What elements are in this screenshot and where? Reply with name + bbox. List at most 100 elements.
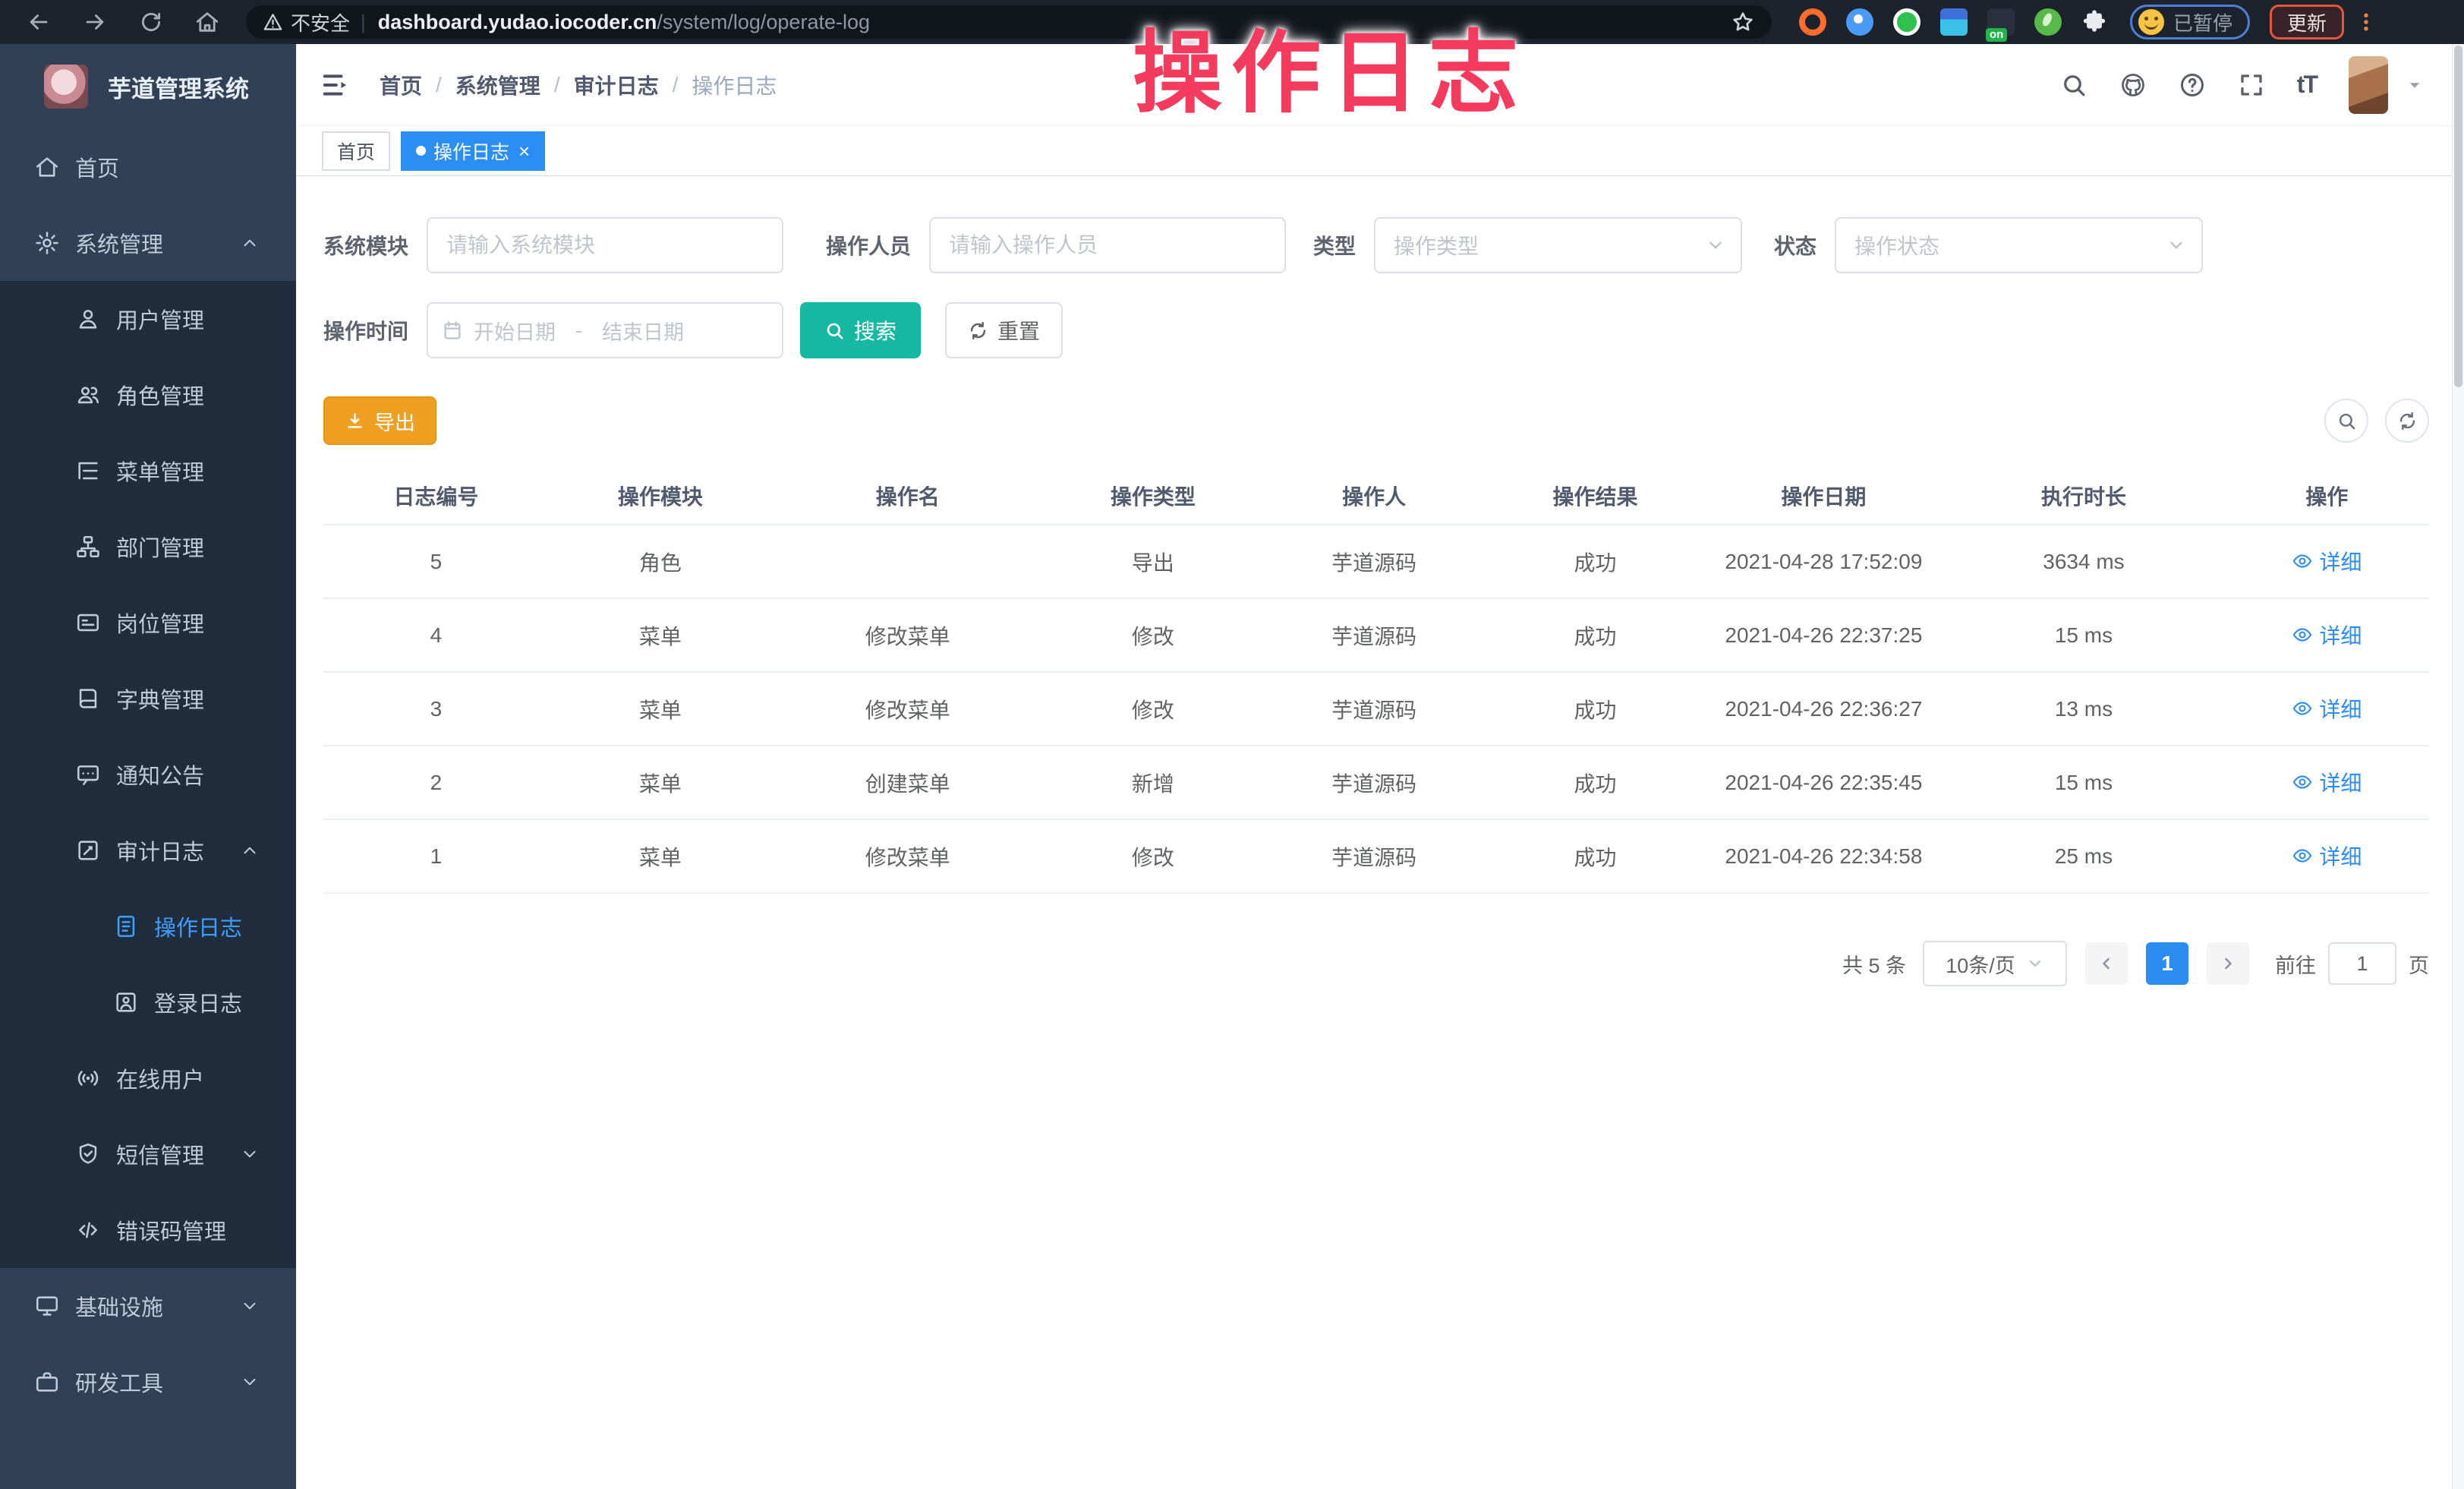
tag-label: 操作日志 — [433, 137, 509, 165]
breadcrumb-separator: / — [673, 73, 679, 97]
app-logo[interactable]: 芋道管理系统 — [0, 44, 296, 129]
sidebar-item-1[interactable]: 系统管理 — [0, 205, 296, 281]
forward-icon[interactable] — [82, 9, 108, 35]
detail-link[interactable]: 详细 — [2292, 693, 2362, 724]
table-header-row: 日志编号操作模块操作名操作类型操作人操作结果操作日期执行时长操作 — [323, 468, 2429, 525]
bookmark-star-icon[interactable] — [1731, 10, 1755, 34]
browser-menu-icon[interactable] — [2355, 9, 2377, 35]
page-number-1[interactable]: 1 — [2146, 942, 2188, 985]
sidebar-item-7[interactable]: 字典管理 — [0, 661, 296, 737]
cell-id: 2 — [323, 771, 549, 795]
extension-leaf-icon[interactable] — [2034, 8, 2062, 36]
chevron-up-icon — [240, 841, 260, 860]
menu-tree-icon — [75, 458, 101, 484]
sidebar-item-2[interactable]: 用户管理 — [0, 281, 296, 357]
sidebar-item-label: 岗位管理 — [116, 607, 204, 639]
emoji-face-icon — [2138, 9, 2164, 35]
sidebar-item-9[interactable]: 审计日志 — [0, 812, 296, 888]
export-button[interactable]: 导出 — [323, 396, 436, 445]
pagination-goto: 前往 页 — [2275, 942, 2429, 985]
time-label: 操作时间 — [323, 315, 408, 345]
sidebar-item-label: 菜单管理 — [116, 455, 204, 487]
tag-1[interactable]: 操作日志 × — [401, 131, 545, 171]
sidebar-item-3[interactable]: 角色管理 — [0, 357, 296, 433]
type-select[interactable]: 操作类型 — [1374, 217, 1742, 273]
back-icon[interactable] — [26, 9, 52, 35]
table-body: 5角色导出芋道源码成功2021-04-28 17:52:093634 ms详细4… — [323, 525, 2429, 894]
operator-input[interactable] — [929, 217, 1286, 273]
sidebar-item-13[interactable]: 短信管理 — [0, 1116, 296, 1192]
sidebar-item-label: 操作日志 — [154, 910, 242, 942]
update-button[interactable]: 更新 — [2270, 5, 2344, 39]
status-select[interactable]: 操作状态 — [1835, 217, 2203, 273]
cell-id: 4 — [323, 623, 549, 648]
sidebar-item-10[interactable]: 操作日志 — [0, 888, 296, 964]
sidebar-item-5[interactable]: 部门管理 — [0, 509, 296, 585]
sidebar-item-label: 审计日志 — [116, 834, 204, 866]
operator-label: 操作人员 — [826, 230, 911, 260]
close-icon[interactable]: × — [518, 141, 530, 161]
tag-0[interactable]: 首页 — [322, 131, 390, 171]
sidebar-item-4[interactable]: 菜单管理 — [0, 433, 296, 509]
table-row-4: 1菜单修改菜单修改芋道源码成功2021-04-26 22:34:5825 ms详… — [323, 820, 2429, 894]
eye-icon — [2292, 845, 2313, 866]
sidebar-item-16[interactable]: 研发工具 — [0, 1344, 296, 1420]
detail-link[interactable]: 详细 — [2292, 546, 2362, 576]
date-range-picker[interactable]: 开始日期 - 结束日期 — [427, 302, 783, 358]
extension-drop-icon[interactable] — [1846, 8, 1873, 36]
cell-result: 成功 — [1486, 694, 1704, 724]
sidebar-item-14[interactable]: 错误码管理 — [0, 1192, 296, 1268]
avatar-caret-down-icon[interactable] — [2406, 77, 2423, 93]
detail-link[interactable]: 详细 — [2292, 620, 2362, 650]
range-separator: - — [575, 319, 582, 342]
detail-link[interactable]: 详细 — [2292, 767, 2362, 797]
breadcrumb-item-1[interactable]: 系统管理 — [455, 70, 540, 100]
sidebar-item-11[interactable]: 登录日志 — [0, 964, 296, 1040]
paused-extension-pill[interactable]: 已暂停 — [2130, 5, 2250, 39]
fullscreen-icon[interactable] — [2238, 71, 2265, 99]
extension-green-icon[interactable] — [1893, 8, 1920, 36]
eye-icon — [2292, 698, 2313, 719]
extension-stats-icon[interactable] — [1940, 8, 1968, 36]
sidebar-item-12[interactable]: 在线用户 — [0, 1040, 296, 1116]
breadcrumb-item-0[interactable]: 首页 — [380, 70, 422, 100]
help-icon[interactable] — [2179, 71, 2206, 99]
cell-action: 详细 — [2225, 546, 2429, 577]
column-header-0: 日志编号 — [323, 481, 549, 511]
breadcrumb-separator: / — [436, 73, 442, 97]
goto-page-input[interactable] — [2328, 942, 2396, 985]
url-divider: | — [361, 11, 366, 34]
user-avatar-image[interactable] — [2349, 56, 2388, 114]
hamburger-icon[interactable] — [320, 70, 351, 100]
sidebar-item-8[interactable]: 通知公告 — [0, 737, 296, 812]
sidebar-item-0[interactable]: 首页 — [0, 129, 296, 205]
scrollbar-thumb[interactable] — [2454, 46, 2462, 387]
detail-link[interactable]: 详细 — [2292, 841, 2362, 871]
extension-ring-icon[interactable] — [1799, 8, 1826, 36]
sidebar-item-15[interactable]: 基础设施 — [0, 1268, 296, 1344]
breadcrumb-item-3: 操作日志 — [692, 70, 777, 100]
reload-icon[interactable] — [138, 9, 164, 35]
operate-log-icon — [113, 913, 139, 939]
page-unit-label: 页 — [2409, 949, 2429, 979]
error-code-icon — [75, 1217, 101, 1243]
page-size-select[interactable]: 10条/页 — [1923, 941, 2067, 986]
toggle-search-button[interactable] — [2324, 399, 2368, 443]
search-icon[interactable] — [2060, 71, 2087, 99]
address-bar[interactable]: 不安全 | dashboard.yudao.iocoder.cn /system… — [246, 5, 1772, 39]
page-scrollbar[interactable] — [2452, 44, 2464, 1489]
reset-button[interactable]: 重置 — [945, 302, 1063, 358]
extension-switch-icon[interactable]: on — [1987, 8, 2015, 36]
home-browser-icon[interactable] — [194, 9, 220, 35]
breadcrumb-item-2[interactable]: 审计日志 — [574, 70, 659, 100]
prev-page-button[interactable] — [2085, 942, 2128, 985]
next-page-button[interactable] — [2207, 942, 2249, 985]
search-button[interactable]: 搜索 — [800, 302, 921, 358]
sidebar-item-6[interactable]: 岗位管理 — [0, 585, 296, 661]
module-input[interactable] — [427, 217, 783, 273]
refresh-table-button[interactable] — [2385, 399, 2429, 443]
font-size-icon[interactable]: tT — [2297, 71, 2317, 99]
github-icon[interactable] — [2119, 71, 2147, 99]
detail-link-label: 详细 — [2319, 841, 2362, 871]
extensions-puzzle-icon[interactable] — [2081, 9, 2107, 35]
